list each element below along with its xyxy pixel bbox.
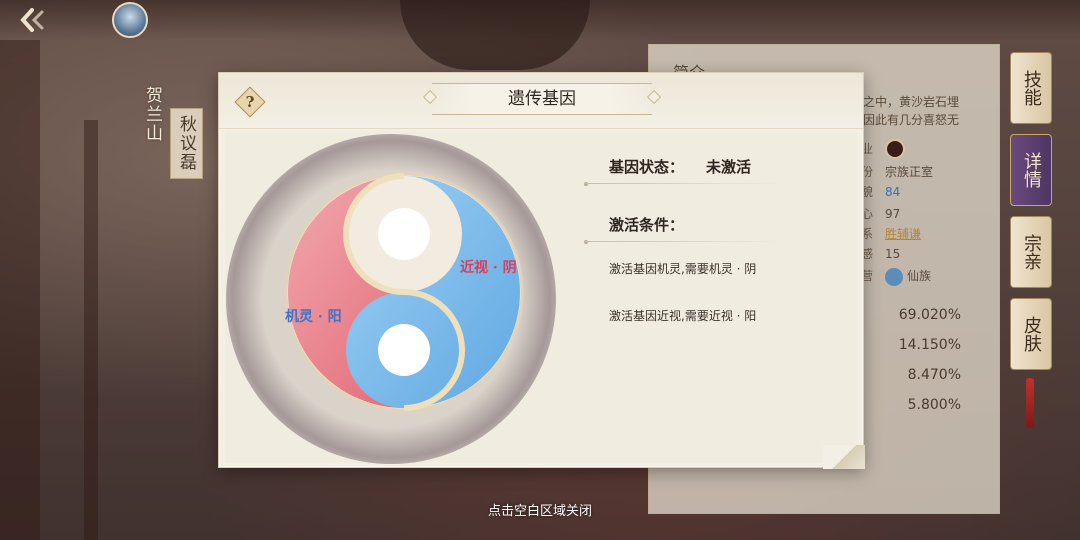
character-name: 秋议磊 (170, 108, 203, 179)
condition-item: 激活基因机灵,需要机灵 · 阴 (609, 262, 757, 276)
percent-value: 5.800% (907, 397, 961, 413)
modal-header: ? 遗传基因 (219, 73, 863, 129)
top-bar (0, 0, 1080, 40)
tab-clan[interactable]: 宗亲 (1010, 216, 1052, 288)
percent-value: 14.150% (898, 337, 961, 353)
close-hint[interactable]: 点击空白区域关闭 (0, 500, 1080, 519)
separator (584, 241, 780, 242)
yin-dot (378, 208, 430, 260)
camp-icon (885, 267, 903, 286)
back-arrow-icon (20, 8, 44, 32)
gene-status: 基因状态： 未激活 (609, 156, 751, 177)
tab-skills[interactable]: 技能 (1010, 52, 1052, 124)
tab-skins[interactable]: 皮肤 (1010, 298, 1052, 370)
location-label: 贺兰山 (142, 86, 162, 143)
yin-yang-icon (284, 172, 524, 412)
help-button[interactable]: ? (234, 86, 266, 118)
yang-gene-label: 机灵 · 阳 (285, 309, 342, 325)
character-description: 之中，黄沙岩石埋 因此有几分喜怒无 (863, 95, 960, 127)
page-curl-decoration (823, 445, 865, 469)
yang-dot (378, 324, 430, 376)
condition-item: 激活基因近视,需要近视 · 阳 (609, 309, 757, 323)
modal-title: 遗传基因 (432, 83, 652, 115)
tab-details[interactable]: 详情 (1010, 134, 1052, 206)
profession-icon (885, 139, 905, 159)
percent-value: 69.020% (898, 307, 961, 323)
tassel-decoration (1026, 378, 1034, 428)
status-label: 基因状态： (609, 158, 685, 176)
conditions-heading: 激活条件： (609, 216, 685, 234)
question-icon: ? (245, 93, 255, 111)
separator (584, 183, 780, 184)
relation-link[interactable]: 胜辅谦 (885, 227, 921, 241)
yin-gene-label: 近视 · 阴 (460, 260, 517, 276)
back-button[interactable] (18, 6, 58, 34)
percent-value: 8.470% (907, 367, 961, 383)
status-value: 未激活 (706, 158, 752, 176)
avatar[interactable] (112, 2, 148, 38)
